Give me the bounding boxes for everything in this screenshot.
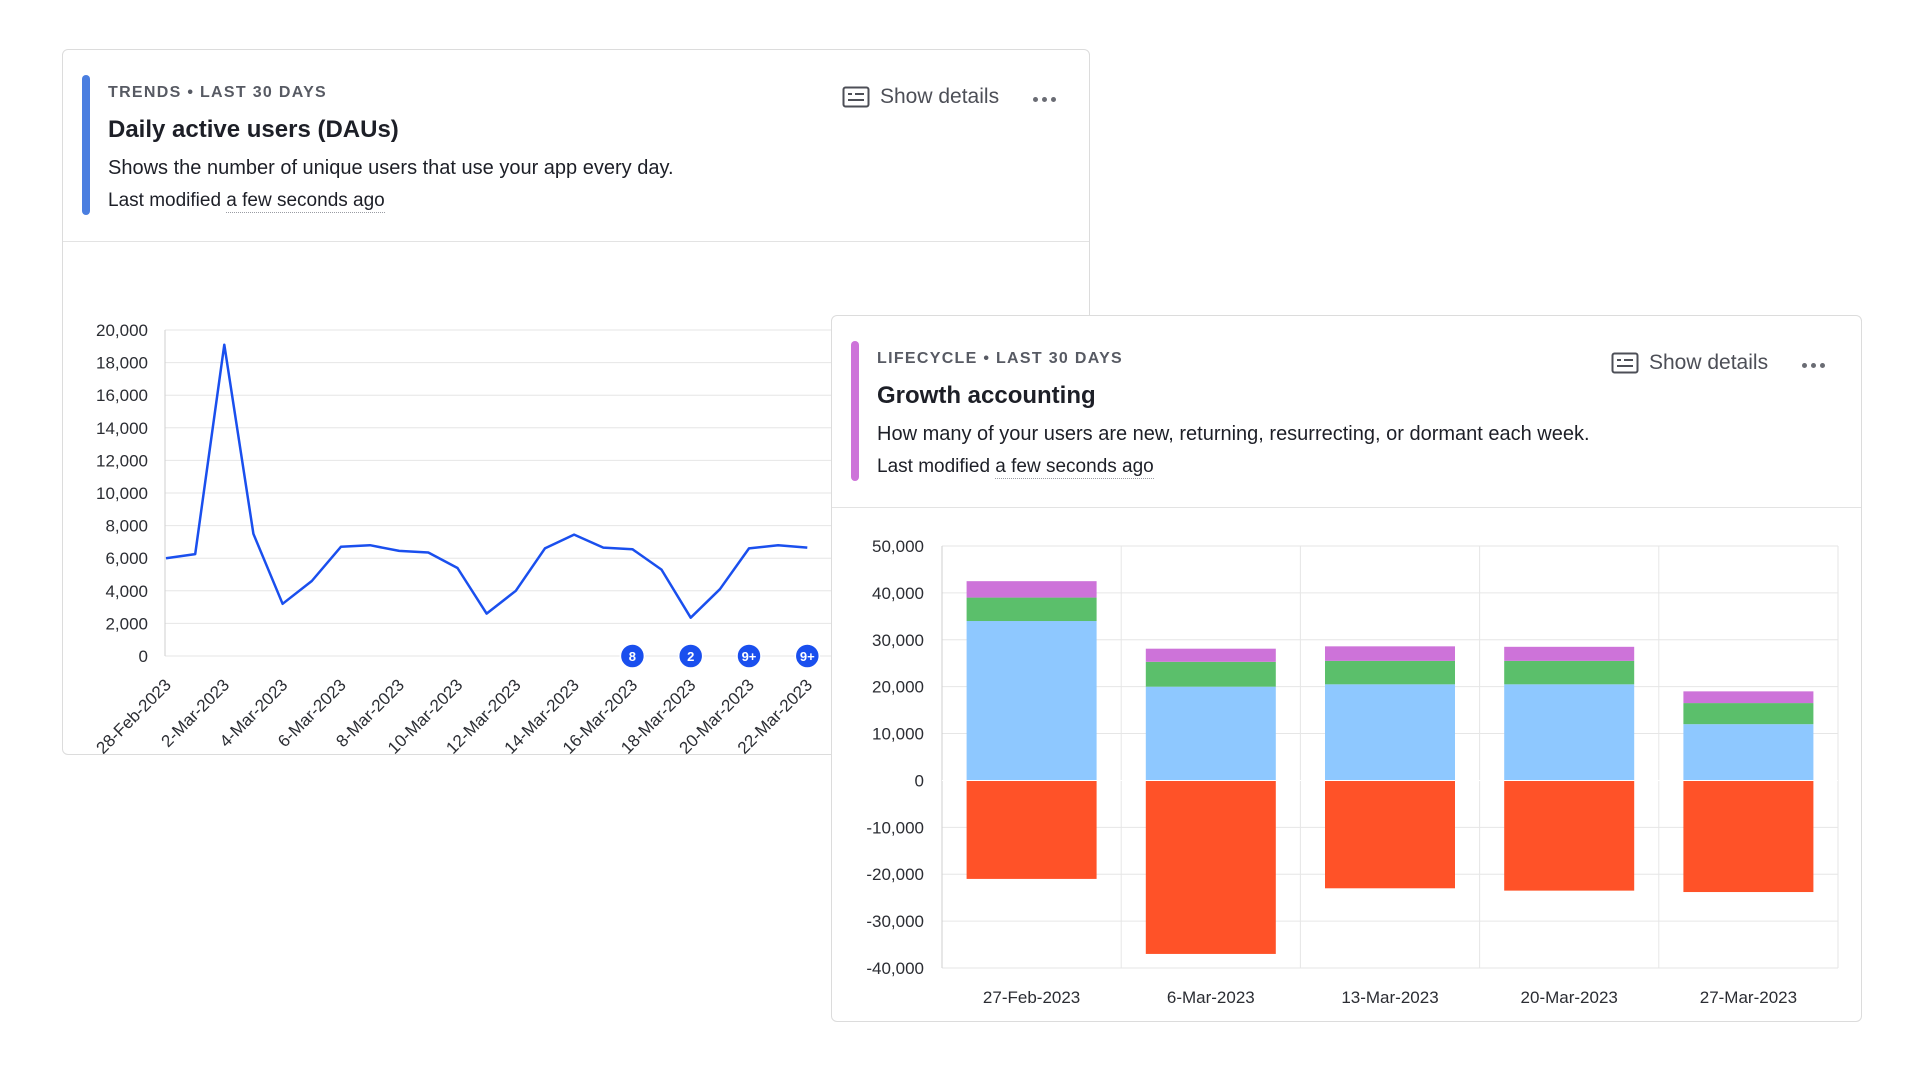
bar-segment[interactable] — [1504, 646, 1635, 661]
y-tick-label: -10,000 — [866, 818, 924, 837]
bar-segment[interactable] — [1325, 660, 1455, 685]
y-tick-label: 10,000 — [872, 725, 924, 744]
annotation-badge[interactable]: 9+ — [736, 643, 762, 669]
y-tick-label: 16,000 — [96, 386, 148, 405]
y-tick-label: 0 — [139, 647, 148, 666]
trends-kicker: TRENDS • LAST 30 DAYS — [108, 84, 328, 101]
bar-segment[interactable] — [1145, 661, 1276, 687]
bar-segment[interactable] — [1683, 691, 1814, 704]
y-tick-label: -40,000 — [866, 959, 924, 978]
bar-segment[interactable] — [1504, 660, 1635, 685]
lifecycle-description: How many of your users are new, returnin… — [877, 423, 1590, 445]
bar-segment[interactable] — [966, 597, 1097, 622]
lifecycle-last-modified: Last modified a few seconds ago — [877, 456, 1154, 479]
x-tick-label: 20-Mar-2023 — [1521, 988, 1618, 1007]
lifecycle-card-header: LIFECYCLE • LAST 30 DAYS Growth accounti… — [832, 316, 1861, 508]
annotation-badge[interactable]: 9+ — [794, 643, 821, 669]
bar-segment[interactable] — [1325, 684, 1455, 781]
lifecycle-accent-bar — [851, 341, 859, 481]
lifecycle-more-options-button[interactable] — [1800, 349, 1830, 379]
lifecycle-show-details-button[interactable]: Show details — [1611, 351, 1768, 375]
y-tick-label: 6,000 — [105, 549, 148, 568]
y-tick-label: 12,000 — [96, 451, 148, 470]
y-tick-label: 2,000 — [105, 614, 148, 633]
show-details-label: Show details — [880, 85, 1000, 108]
lifecycle-title[interactable]: Growth accounting — [877, 382, 1096, 410]
y-tick-label: 4,000 — [105, 582, 148, 601]
annotation-badge[interactable]: 8 — [619, 643, 646, 669]
trends-title[interactable]: Daily active users (DAUs) — [108, 116, 399, 144]
bar-segment[interactable] — [1325, 646, 1455, 661]
x-tick-label: 27-Mar-2023 — [1700, 988, 1797, 1007]
y-tick-label: 8,000 — [105, 517, 148, 536]
bar-segment[interactable] — [1504, 684, 1635, 781]
bar-segment[interactable] — [1145, 648, 1276, 662]
annotation-count: 9+ — [742, 649, 757, 664]
x-tick-label: 6-Mar-2023 — [1167, 988, 1255, 1007]
annotation-badge[interactable]: 2 — [677, 643, 704, 669]
bar-segment[interactable] — [1504, 780, 1635, 891]
y-tick-label: 0 — [915, 771, 924, 790]
bar-segment[interactable] — [1325, 780, 1455, 889]
trends-last-modified: Last modified a few seconds ago — [108, 190, 385, 213]
x-tick-label: 13-Mar-2023 — [1341, 988, 1438, 1007]
y-tick-label: 18,000 — [96, 354, 148, 373]
lifecycle-insight-card: LIFECYCLE • LAST 30 DAYS Growth accounti… — [831, 315, 1862, 1022]
trends-accent-bar — [82, 75, 90, 215]
details-icon — [1611, 352, 1639, 374]
y-tick-label: 40,000 — [872, 584, 924, 603]
bar-segment[interactable] — [1683, 780, 1814, 893]
details-icon — [842, 86, 870, 108]
y-tick-label: -20,000 — [866, 865, 924, 884]
dau-series-line[interactable] — [165, 343, 808, 619]
x-tick-label: 27-Feb-2023 — [983, 988, 1080, 1007]
show-details-label: Show details — [1649, 351, 1769, 374]
y-tick-label: 14,000 — [96, 419, 148, 438]
y-tick-label: 10,000 — [96, 484, 148, 503]
modified-ago[interactable]: a few seconds ago — [995, 456, 1154, 479]
trends-show-details-button[interactable]: Show details — [842, 85, 999, 109]
lifecycle-kicker: LIFECYCLE • LAST 30 DAYS — [877, 350, 1124, 367]
y-tick-label: -30,000 — [866, 912, 924, 931]
bar-segment[interactable] — [1145, 780, 1276, 954]
lifecycle-chart-area: 50,000 40,000 30,000 20,000 10,000 0 -10,000 -2… — [832, 508, 1861, 1021]
bar-segment[interactable] — [966, 581, 1097, 598]
bar-segment[interactable] — [1683, 703, 1814, 725]
trends-more-options-button[interactable] — [1031, 83, 1061, 113]
modified-ago[interactable]: a few seconds ago — [226, 190, 385, 213]
bar-segment[interactable] — [966, 621, 1097, 781]
y-tick-label: 20,000 — [96, 321, 148, 340]
annotation-count: 2 — [687, 649, 694, 664]
trends-card-header: TRENDS • LAST 30 DAYS Daily active users… — [63, 50, 1089, 242]
growth-stacked-bar-chart: 50,000 40,000 30,000 20,000 10,000 0 -10,000 -2… — [866, 537, 1839, 1007]
trends-description: Shows the number of unique users that us… — [108, 157, 674, 179]
modified-prefix: Last modified — [108, 190, 222, 211]
annotation-count: 9+ — [800, 649, 815, 664]
bar-segment[interactable] — [1145, 686, 1276, 781]
bar-segment[interactable] — [966, 780, 1097, 879]
modified-prefix: Last modified — [877, 456, 991, 477]
y-tick-label: 50,000 — [872, 537, 924, 556]
bar-segment[interactable] — [1683, 724, 1814, 781]
y-tick-label: 20,000 — [872, 678, 924, 697]
annotation-count: 8 — [629, 649, 636, 664]
y-tick-label: 30,000 — [872, 631, 924, 650]
